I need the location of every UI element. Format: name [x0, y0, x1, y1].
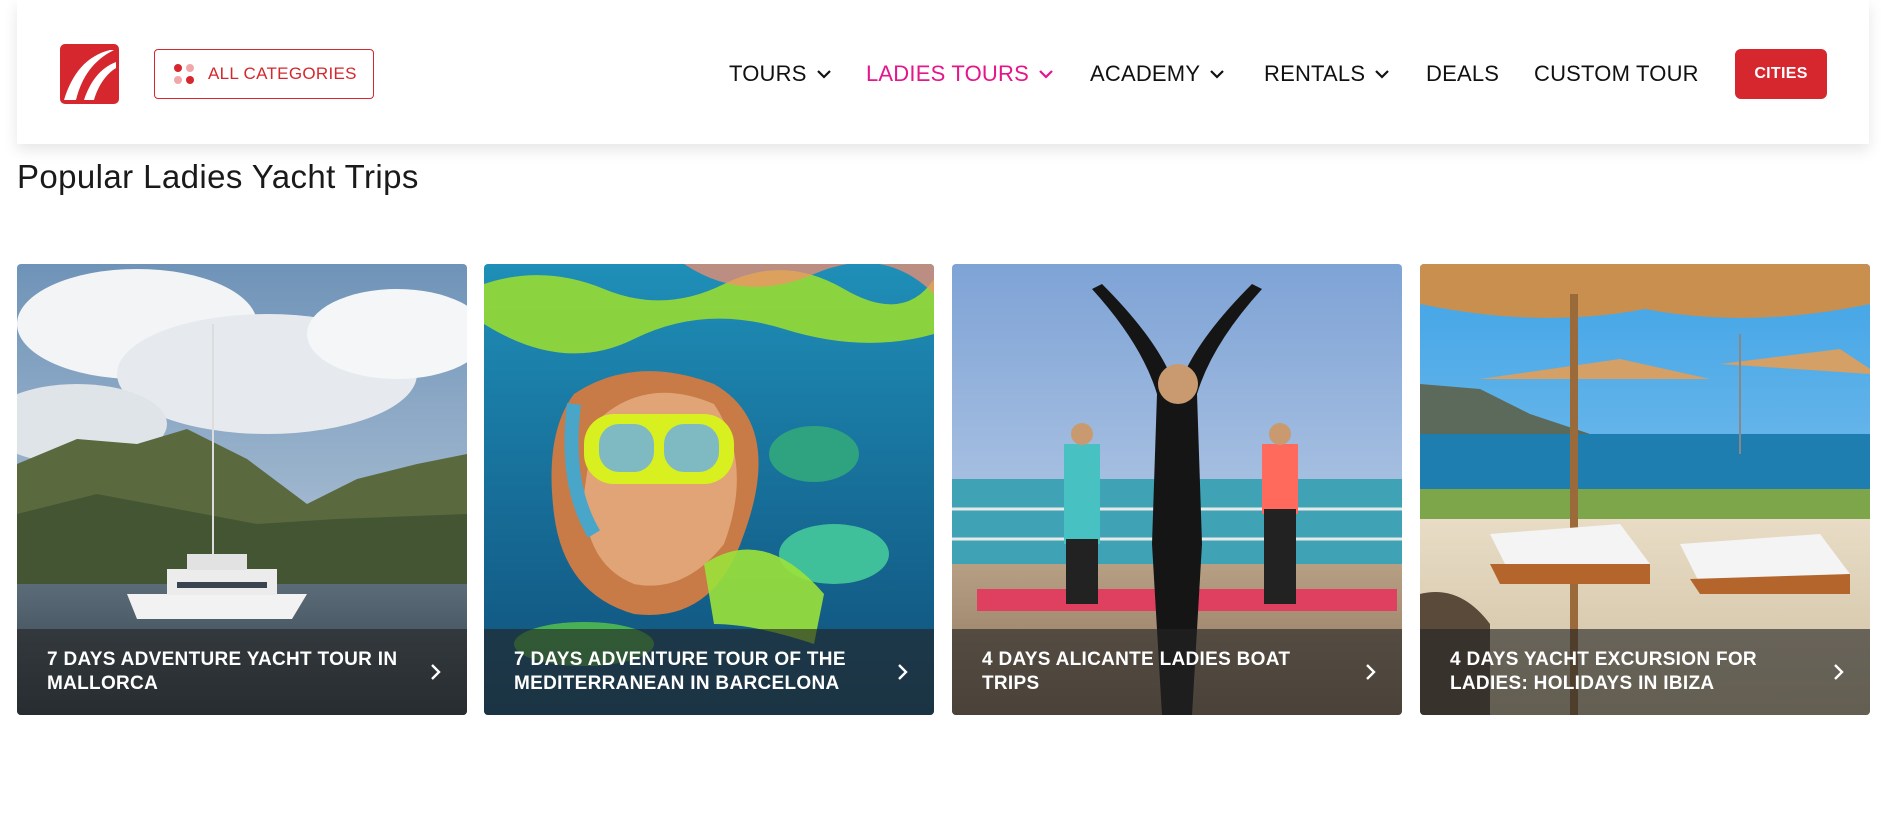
cities-button[interactable]: CITIES — [1735, 49, 1827, 99]
nav-item-tours[interactable]: TOURS — [729, 56, 831, 92]
nav-item-custom-tour[interactable]: CUSTOM TOUR — [1534, 56, 1699, 92]
nav-label: ACADEMY — [1090, 61, 1201, 86]
card-title: 7 DAYS ADVENTURE TOUR OF THE MEDITERRANE… — [514, 649, 846, 694]
chevron-right-icon — [431, 664, 441, 680]
chevron-right-icon — [1366, 664, 1376, 680]
card-title: 4 DAYS YACHT EXCURSION FOR LADIES: HOLID… — [1450, 649, 1757, 694]
nav-label: CUSTOM TOUR — [1534, 61, 1699, 86]
nav-item-deals[interactable]: DEALS — [1426, 56, 1499, 92]
trip-card-barcelona[interactable]: 7 DAYS ADVENTURE TOUR OF THE MEDITERRANE… — [484, 264, 934, 715]
main-nav: TOURS LADIES TOURS ACADEMY RENTALS DEALS… — [17, 56, 1869, 92]
nav-item-academy[interactable]: ACADEMY — [1090, 56, 1224, 92]
card-caption: 4 DAYS ALICANTE LADIES BOAT TRIPS — [952, 629, 1402, 715]
nav-label: TOURS — [729, 61, 807, 86]
site-header: ALL CATEGORIES TOURS LADIES TOURS ACADEM… — [17, 0, 1869, 144]
nav-item-rentals[interactable]: RENTALS — [1264, 56, 1390, 92]
card-caption: 4 DAYS YACHT EXCURSION FOR LADIES: HOLID… — [1420, 629, 1870, 715]
chevron-down-icon — [1039, 70, 1053, 79]
card-title: 7 DAYS ADVENTURE YACHT TOUR IN MALLORCA — [47, 649, 398, 694]
section-title: Popular Ladies Yacht Trips — [17, 158, 419, 195]
chevron-right-icon — [898, 664, 908, 680]
nav-label: DEALS — [1426, 61, 1500, 86]
nav-label: RENTALS — [1264, 61, 1366, 86]
trip-card-ibiza[interactable]: 4 DAYS YACHT EXCURSION FOR LADIES: HOLID… — [1420, 264, 1870, 715]
nav-label: LADIES TOURS — [866, 61, 1029, 86]
nav-item-ladies-tours[interactable]: LADIES TOURS — [866, 56, 1053, 92]
trip-card-mallorca[interactable]: 7 DAYS ADVENTURE YACHT TOUR IN MALLORCA — [17, 264, 467, 715]
chevron-down-icon — [1210, 70, 1224, 79]
trip-card-alicante[interactable]: 4 DAYS ALICANTE LADIES BOAT TRIPS — [952, 264, 1402, 715]
chevron-down-icon — [816, 70, 831, 79]
card-title: 4 DAYS ALICANTE LADIES BOAT TRIPS — [982, 649, 1291, 694]
chevron-right-icon — [1834, 664, 1844, 680]
chevron-down-icon — [1375, 70, 1390, 79]
card-caption: 7 DAYS ADVENTURE YACHT TOUR IN MALLORCA — [17, 629, 467, 715]
card-caption: 7 DAYS ADVENTURE TOUR OF THE MEDITERRANE… — [484, 629, 934, 715]
